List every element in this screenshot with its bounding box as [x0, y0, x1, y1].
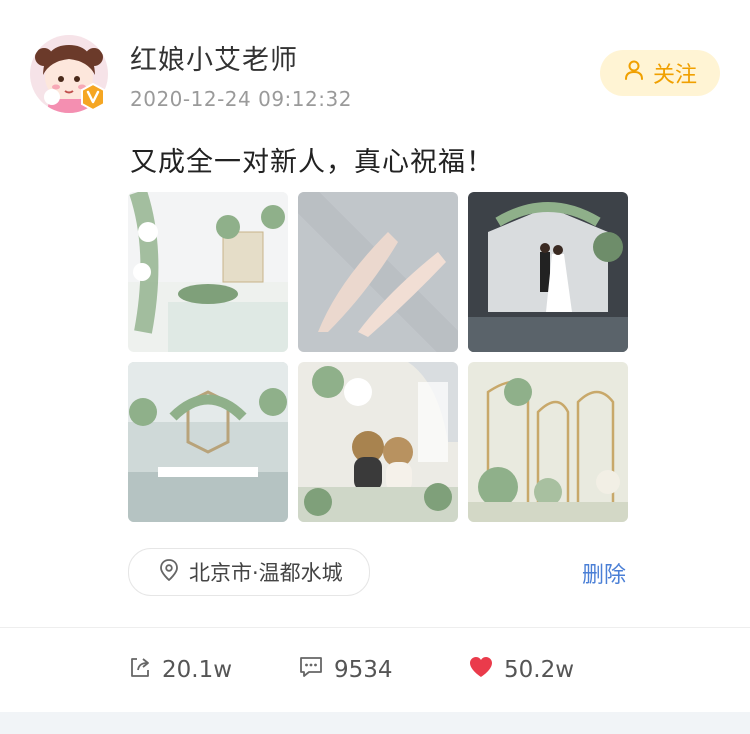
- verified-badge-icon: [79, 82, 107, 112]
- couple-stage-photo[interactable]: [468, 192, 628, 352]
- like-button[interactable]: 50.2w: [468, 652, 574, 688]
- comment-count: 9534: [334, 657, 393, 683]
- share-icon: [128, 655, 152, 685]
- author-name[interactable]: 红娘小艾老师: [130, 38, 298, 77]
- share-count: 20.1w: [162, 657, 233, 683]
- share-button[interactable]: 20.1w: [128, 652, 232, 688]
- comment-button[interactable]: 9534: [298, 652, 393, 688]
- location-tag[interactable]: 北京市·温都水城: [128, 548, 370, 596]
- post-timestamp: 2020-12-24 09:12:32: [130, 87, 352, 111]
- location-pin-icon: [159, 558, 179, 586]
- location-label: 北京市·温都水城: [189, 561, 343, 585]
- post-text: 又成全一对新人，真心祝福！: [130, 147, 494, 178]
- photo-grid: [128, 192, 628, 522]
- teddy-bears-photo[interactable]: [298, 362, 458, 522]
- comment-icon: [298, 655, 324, 685]
- like-count: 50.2w: [504, 657, 575, 683]
- heart-icon: [468, 655, 494, 685]
- follow-button[interactable]: 关注: [600, 50, 720, 96]
- person-icon: [623, 59, 645, 87]
- wedding-ceremony-photo[interactable]: [128, 192, 288, 352]
- follow-label: 关注: [652, 63, 697, 88]
- bridal-shoes-photo[interactable]: [298, 192, 458, 352]
- wedding-hall-photo[interactable]: [128, 362, 288, 522]
- section-separator: [0, 712, 750, 734]
- floral-arch-photo[interactable]: [468, 362, 628, 522]
- divider: [0, 627, 750, 628]
- delete-button[interactable]: 删除: [582, 557, 626, 589]
